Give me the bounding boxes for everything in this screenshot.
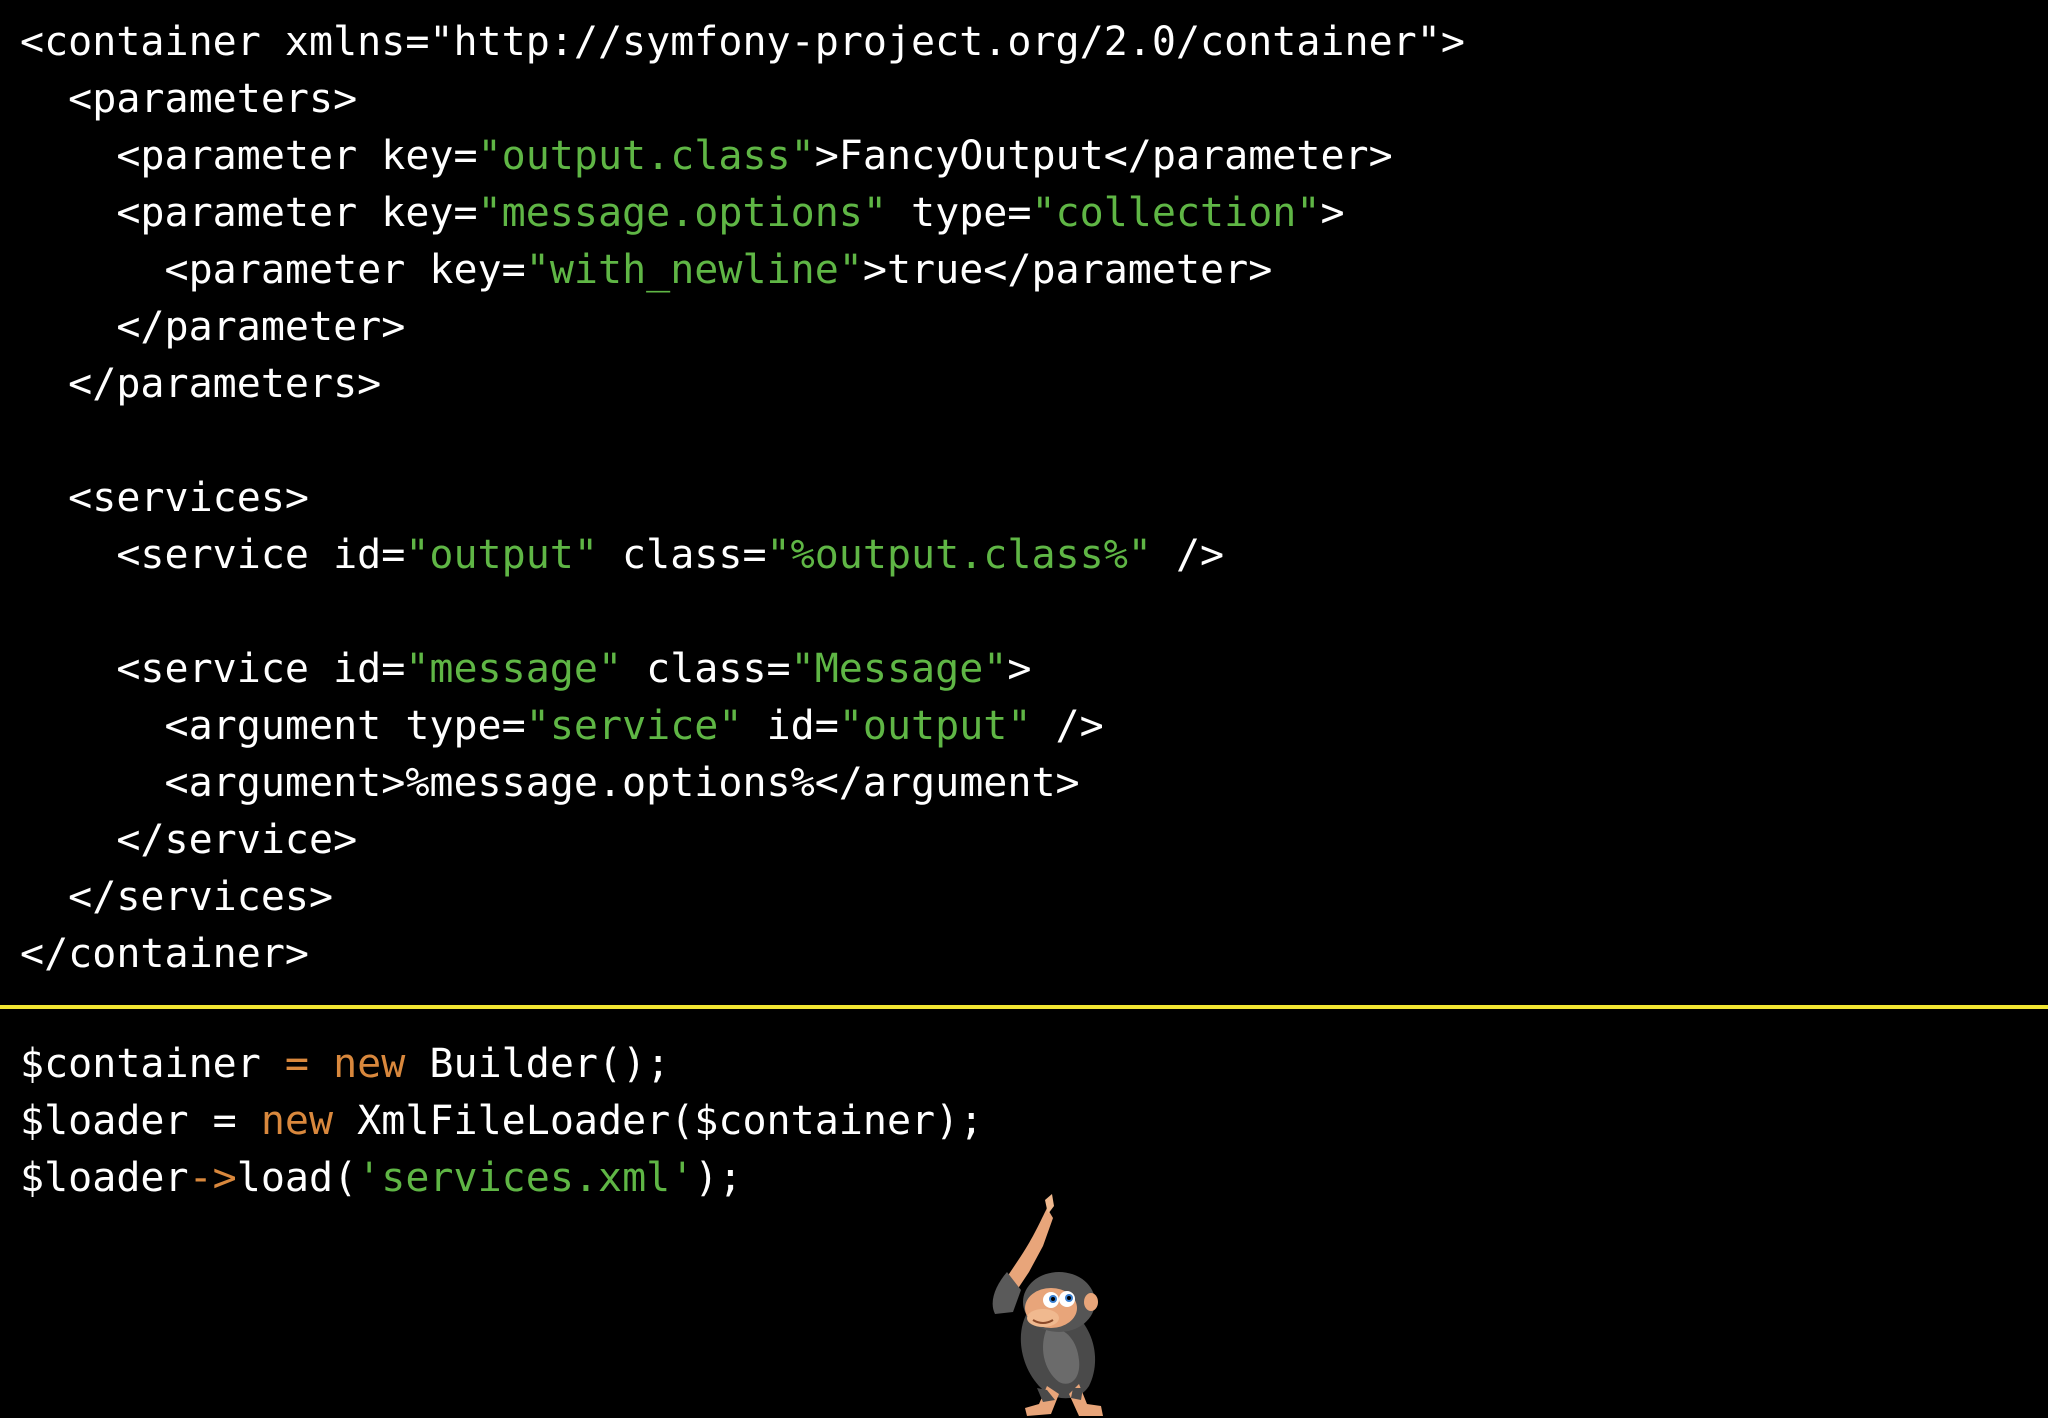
code-token: "with_newline" bbox=[525, 247, 863, 293]
code-line: <argument>%message.options%</argument> bbox=[20, 755, 1465, 812]
code-token: load( bbox=[236, 1155, 358, 1201]
code-token: XmlFileLoader($container); bbox=[333, 1098, 984, 1144]
code-token: class= bbox=[622, 646, 791, 692]
code-token: <parameter key= bbox=[20, 247, 526, 293]
separator-line bbox=[0, 1005, 2048, 1009]
code-token: <argument>%message.options%</argument> bbox=[20, 760, 1080, 806]
code-line: <parameter key="with_newline">true</para… bbox=[20, 242, 1465, 299]
code-token: >FancyOutput</parameter> bbox=[814, 133, 1393, 179]
code-token: = bbox=[284, 1041, 309, 1087]
code-token: type= bbox=[886, 190, 1032, 236]
code-token: <parameter key= bbox=[20, 190, 478, 236]
code-token: </container> bbox=[20, 931, 309, 977]
code-token: <services> bbox=[20, 475, 309, 521]
code-token: ); bbox=[694, 1155, 743, 1201]
code-token: </parameter> bbox=[20, 304, 406, 350]
code-token: > bbox=[1320, 190, 1345, 236]
code-token: </services> bbox=[20, 874, 334, 920]
code-line: $loader = new XmlFileLoader($container); bbox=[20, 1093, 983, 1150]
code-token: id= bbox=[742, 703, 839, 749]
code-line: <service id="message" class="Message"> bbox=[20, 641, 1465, 698]
code-token: new bbox=[333, 1041, 406, 1087]
code-token: "message.options" bbox=[477, 190, 887, 236]
slide: <container xmlns="http://symfony-project… bbox=[0, 0, 2048, 1418]
code-token: <service id= bbox=[20, 532, 406, 578]
code-token: $loader = bbox=[20, 1098, 261, 1144]
code-token: new bbox=[260, 1098, 334, 1144]
code-token: "collection" bbox=[1031, 190, 1321, 236]
code-token: "output" bbox=[838, 703, 1032, 749]
code-line: </services> bbox=[20, 869, 1465, 926]
code-token: </service> bbox=[20, 817, 358, 863]
xml-code-block: <container xmlns="http://symfony-project… bbox=[20, 14, 1465, 983]
code-token: -> bbox=[188, 1155, 237, 1201]
code-line: <argument type="service" id="output" /> bbox=[20, 698, 1465, 755]
code-token: > bbox=[1007, 646, 1032, 692]
code-token: Builder(); bbox=[405, 1041, 671, 1087]
code-token: >true</parameter> bbox=[862, 247, 1273, 293]
code-line: <parameters> bbox=[20, 71, 1465, 128]
code-token: "service" bbox=[525, 703, 743, 749]
code-token: 'services.xml' bbox=[357, 1155, 695, 1201]
code-token: <parameter key= bbox=[20, 133, 478, 179]
code-token: <service id= bbox=[20, 646, 406, 692]
code-token: "output.class" bbox=[477, 133, 815, 179]
code-token: /> bbox=[1151, 532, 1225, 578]
code-line: $container = new Builder(); bbox=[20, 1036, 983, 1093]
code-line: </parameters> bbox=[20, 356, 1465, 413]
code-token: "Message" bbox=[790, 646, 1008, 692]
code-token: "output" bbox=[405, 532, 598, 578]
code-line: </parameter> bbox=[20, 299, 1465, 356]
code-line: <service id="output" class="%output.clas… bbox=[20, 527, 1465, 584]
code-token: <argument type= bbox=[20, 703, 526, 749]
code-token: </parameters> bbox=[20, 361, 382, 407]
code-token: /> bbox=[1031, 703, 1104, 749]
code-line: </container> bbox=[20, 926, 1465, 983]
code-token: $loader bbox=[20, 1155, 189, 1201]
code-token: class= bbox=[597, 532, 767, 578]
code-token: "%output.class%" bbox=[766, 532, 1152, 578]
code-line: <services> bbox=[20, 470, 1465, 527]
code-line: $loader->load('services.xml'); bbox=[20, 1150, 983, 1207]
monkey-mascot-icon bbox=[992, 1194, 1103, 1416]
code-token: <container xmlns="http://symfony-project… bbox=[20, 19, 1465, 65]
code-token: "message" bbox=[405, 646, 623, 692]
code-line: <parameter key="output.class">FancyOutpu… bbox=[20, 128, 1465, 185]
code-token: <parameters> bbox=[20, 76, 358, 122]
code-line: </service> bbox=[20, 812, 1465, 869]
code-line: <container xmlns="http://symfony-project… bbox=[20, 14, 1465, 71]
php-code-block: $container = new Builder(); $loader = new… bbox=[20, 1036, 983, 1207]
code-line: <parameter key="message.options" type="c… bbox=[20, 185, 1465, 242]
code-token: $container bbox=[20, 1041, 285, 1087]
